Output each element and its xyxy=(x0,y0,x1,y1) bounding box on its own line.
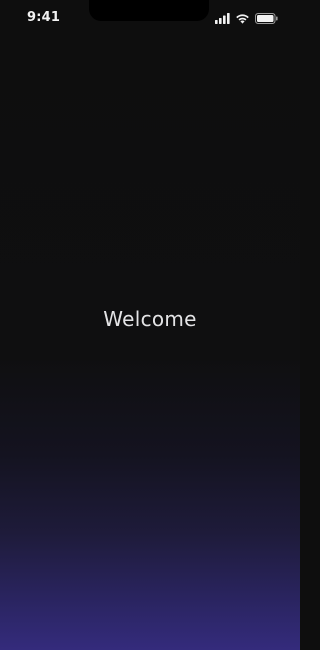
welcome-heading: Welcome xyxy=(103,307,197,331)
battery-icon xyxy=(255,12,278,24)
status-icons xyxy=(215,12,278,24)
cellular-signal-icon xyxy=(215,12,230,24)
device-notch xyxy=(89,0,209,21)
app-screen: 9:41 Welcome xyxy=(0,0,300,650)
status-time: 9:41 xyxy=(27,10,61,25)
status-bar: 9:41 xyxy=(0,0,300,36)
wifi-icon xyxy=(235,13,250,24)
